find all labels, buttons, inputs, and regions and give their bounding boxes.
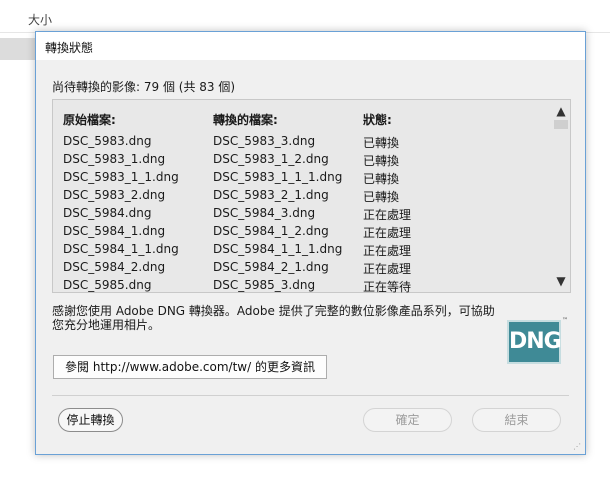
status-cell: 已轉換 bbox=[363, 172, 400, 186]
close-button[interactable]: 結束 bbox=[472, 408, 561, 432]
scroll-down-icon[interactable]: ▼ bbox=[554, 274, 568, 288]
more-info-button[interactable]: 參閱 http://www.adobe.com/tw/ 的更多資訊 bbox=[53, 355, 327, 379]
column-header-source: 原始檔案: bbox=[63, 113, 116, 127]
table-row[interactable]: DSC_5983.dng DSC_5983_3.dng 已轉換 bbox=[53, 132, 551, 150]
table-row[interactable]: DSC_5984_1_1.dng DSC_5984_1_1_1.dng 正在處理 bbox=[53, 240, 551, 258]
table-row[interactable]: DSC_5984_1.dng DSC_5984_1_2.dng 正在處理 bbox=[53, 222, 551, 240]
table-row[interactable]: DSC_5983_1.dng DSC_5983_1_2.dng 已轉換 bbox=[53, 150, 551, 168]
status-cell: 正在等待 bbox=[363, 280, 412, 294]
background-size-label: 大小 bbox=[28, 13, 53, 27]
source-file-cell: DSC_5984_1_1.dng bbox=[63, 242, 179, 256]
conversion-status-dialog: 轉換狀態 尚待轉換的影像: 79 個 (共 83 個) 原始檔案: 轉換的檔案:… bbox=[35, 31, 586, 455]
table-row[interactable]: DSC_5985.dng DSC_5985_3.dng 正在等待 bbox=[53, 276, 551, 294]
dng-logo: DNG bbox=[507, 320, 562, 364]
footer-divider bbox=[52, 395, 569, 396]
ok-button[interactable]: 確定 bbox=[363, 408, 452, 432]
source-file-cell: DSC_5984_1.dng bbox=[63, 224, 166, 238]
status-cell: 正在處理 bbox=[363, 244, 412, 258]
dialog-title: 轉換狀態 bbox=[45, 41, 94, 55]
status-cell: 已轉換 bbox=[363, 154, 400, 168]
column-header-converted: 轉換的檔案: bbox=[213, 113, 278, 127]
converted-file-cell: DSC_5984_2_1.dng bbox=[213, 260, 329, 274]
column-header-status: 狀態: bbox=[363, 113, 392, 127]
converted-file-cell: DSC_5984_3.dng bbox=[213, 206, 316, 220]
resize-grip-icon[interactable]: ⋰ bbox=[573, 442, 583, 452]
status-cell: 正在處理 bbox=[363, 226, 412, 240]
source-file-cell: DSC_5983_1.dng bbox=[63, 152, 166, 166]
background-selected-strip bbox=[0, 38, 36, 60]
stop-conversion-button[interactable]: 停止轉換 bbox=[58, 408, 123, 432]
trademark-mark: ™ bbox=[562, 317, 568, 324]
converted-file-cell: DSC_5983_3.dng bbox=[213, 134, 316, 148]
scrollbar-thumb[interactable] bbox=[554, 120, 568, 129]
table-row[interactable]: DSC_5984_2.dng DSC_5984_2_1.dng 正在處理 bbox=[53, 258, 551, 276]
converted-file-cell: DSC_5983_1_1_1.dng bbox=[213, 170, 343, 184]
table-row[interactable]: DSC_5983_2.dng DSC_5983_2_1.dng 已轉換 bbox=[53, 186, 551, 204]
converted-file-cell: DSC_5983_2_1.dng bbox=[213, 188, 329, 202]
source-file-cell: DSC_5984.dng bbox=[63, 206, 152, 220]
status-cell: 已轉換 bbox=[363, 136, 400, 150]
source-file-cell: DSC_5985.dng bbox=[63, 278, 152, 292]
scroll-up-icon[interactable]: ▲ bbox=[554, 104, 568, 118]
background-column-header: 大小 bbox=[24, 8, 610, 30]
converted-file-cell: DSC_5983_1_2.dng bbox=[213, 152, 329, 166]
source-file-cell: DSC_5984_2.dng bbox=[63, 260, 166, 274]
vertical-scrollbar[interactable]: ▲ ▼ bbox=[552, 100, 570, 292]
converted-file-cell: DSC_5985_3.dng bbox=[213, 278, 316, 292]
source-file-cell: DSC_5983.dng bbox=[63, 134, 152, 148]
status-cell: 正在處理 bbox=[363, 262, 412, 276]
thank-you-message: 感謝您使用 Adobe DNG 轉換器。Adobe 提供了完整的數位影像產品系列… bbox=[52, 304, 495, 332]
pending-count-text: 尚待轉換的影像: 79 個 (共 83 個) bbox=[52, 80, 236, 94]
status-cell: 正在處理 bbox=[363, 208, 412, 222]
conversion-list[interactable]: 原始檔案: 轉換的檔案: 狀態: DSC_5983.dng DSC_5983_3… bbox=[52, 99, 571, 294]
converted-file-cell: DSC_5984_1_1_1.dng bbox=[213, 242, 343, 256]
status-cell: 已轉換 bbox=[363, 190, 400, 204]
converted-file-cell: DSC_5984_1_2.dng bbox=[213, 224, 329, 238]
source-file-cell: DSC_5983_1_1.dng bbox=[63, 170, 179, 184]
table-row[interactable]: DSC_5983_1_1.dng DSC_5983_1_1_1.dng 已轉換 bbox=[53, 168, 551, 186]
table-row[interactable]: DSC_5984.dng DSC_5984_3.dng 正在處理 bbox=[53, 204, 551, 222]
dialog-titlebar[interactable]: 轉換狀態 bbox=[36, 32, 585, 60]
source-file-cell: DSC_5983_2.dng bbox=[63, 188, 166, 202]
